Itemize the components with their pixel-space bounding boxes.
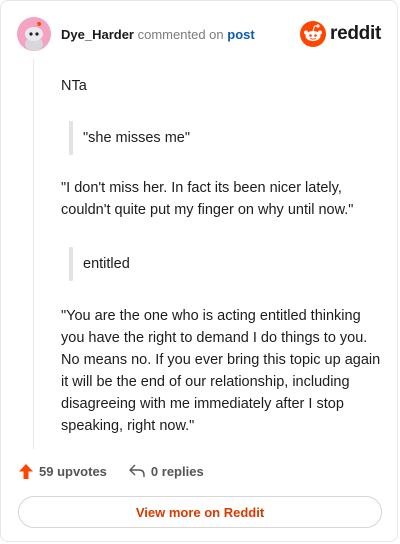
blockquote-text: entitled (83, 256, 130, 272)
blockquote-text: "she misses me" (83, 130, 190, 146)
quote-bar (69, 247, 73, 281)
thread-line (33, 59, 34, 449)
comment-meta: Dye_Harder commented on post (61, 27, 255, 42)
comment-footer: 59 upvotes 0 replies (19, 461, 226, 481)
replies-label: 0 replies (150, 463, 204, 479)
comment-blockquote: entitled (61, 247, 381, 281)
reddit-wordmark: reddit (330, 23, 381, 44)
snoo-avatar-icon (17, 17, 51, 51)
post-link[interactable]: post (227, 27, 254, 42)
username-link[interactable]: Dye_Harder (61, 27, 134, 42)
reddit-logo-icon (300, 21, 327, 47)
quote-bar (69, 121, 73, 155)
upvotes-label: 59 upvotes (39, 463, 107, 479)
user-avatar[interactable] (17, 17, 51, 51)
comment-blockquote: "she misses me" (61, 121, 381, 155)
reddit-brand[interactable]: reddit (300, 20, 381, 48)
replies-button[interactable]: 0 replies (129, 464, 204, 479)
comment-paragraph: NTa (61, 78, 87, 94)
comment-paragraph: "I don't miss her. In fact its been nice… (61, 180, 354, 218)
comment-body: NTa "she misses me" "I don't miss her. I… (61, 75, 381, 437)
upvote-arrow-icon (19, 463, 33, 479)
view-more-button[interactable]: View more on Reddit (18, 496, 382, 528)
upvote-button[interactable]: 59 upvotes (19, 463, 107, 479)
comment-paragraph: "You are the one who is acting entitled … (61, 308, 381, 434)
comment-header: Dye_Harder commented on post reddit (17, 17, 381, 53)
reply-icon (129, 464, 145, 477)
embedded-comment-card: Dye_Harder commented on post reddit NTa (0, 0, 398, 542)
action-text: commented on (137, 27, 224, 42)
